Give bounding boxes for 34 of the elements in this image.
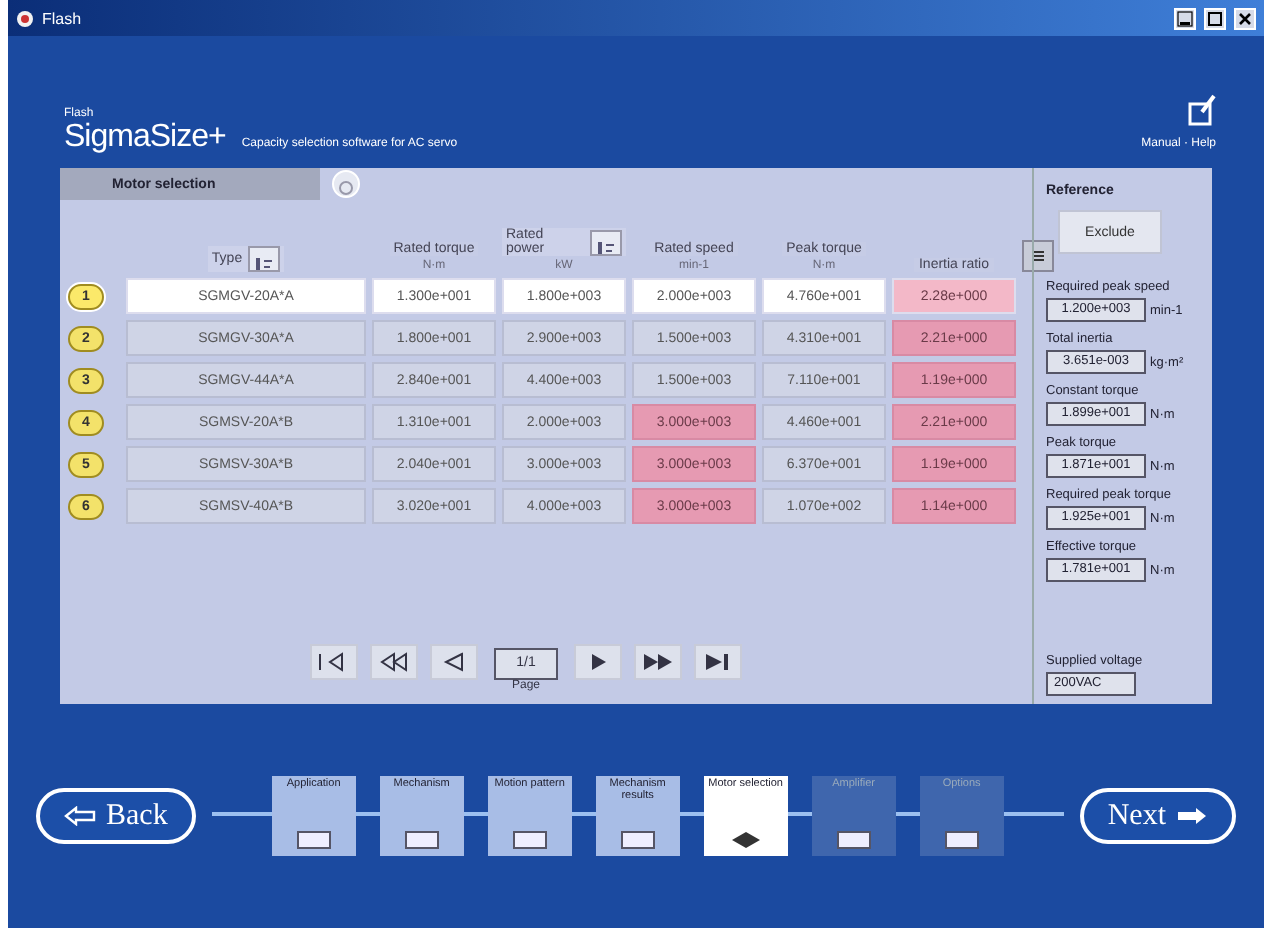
last-page-button[interactable]	[694, 644, 742, 680]
sort-button[interactable]	[248, 246, 281, 272]
step-icon	[617, 828, 658, 852]
forward-ten-button[interactable]	[634, 644, 682, 680]
arrow-icon	[64, 806, 96, 826]
app-name: SigmaSize+	[64, 120, 226, 156]
step-icon	[941, 828, 982, 852]
maximize-icon	[1206, 9, 1224, 27]
step-icon	[293, 828, 334, 852]
sort-button[interactable]	[590, 229, 622, 255]
step-icon	[401, 828, 442, 852]
step-icon	[833, 828, 874, 852]
sort-icon	[596, 239, 617, 255]
scroll-button[interactable]	[1022, 240, 1054, 272]
previous-button[interactable]	[430, 644, 478, 680]
close-button[interactable]	[1234, 7, 1256, 29]
first-page-button[interactable]	[310, 644, 358, 680]
window-title: Flash	[42, 9, 82, 27]
exit-icon	[1188, 94, 1216, 126]
sort-icon	[254, 256, 275, 272]
list-icon	[1030, 248, 1046, 264]
app-icon	[16, 9, 34, 27]
close-icon	[1236, 9, 1254, 27]
arrow-icon	[1176, 806, 1208, 826]
minimize-icon	[1176, 9, 1194, 27]
maximize-button[interactable]	[1204, 7, 1226, 29]
help-icon	[338, 180, 354, 196]
back-button[interactable]: Back	[36, 788, 196, 844]
next-page-button[interactable]	[574, 644, 622, 680]
minimize-button[interactable]	[1174, 7, 1196, 29]
help-button[interactable]	[332, 170, 360, 198]
back-ten-button[interactable]	[370, 644, 418, 680]
step-icon	[509, 828, 550, 852]
next-button[interactable]: Next	[1079, 788, 1236, 844]
